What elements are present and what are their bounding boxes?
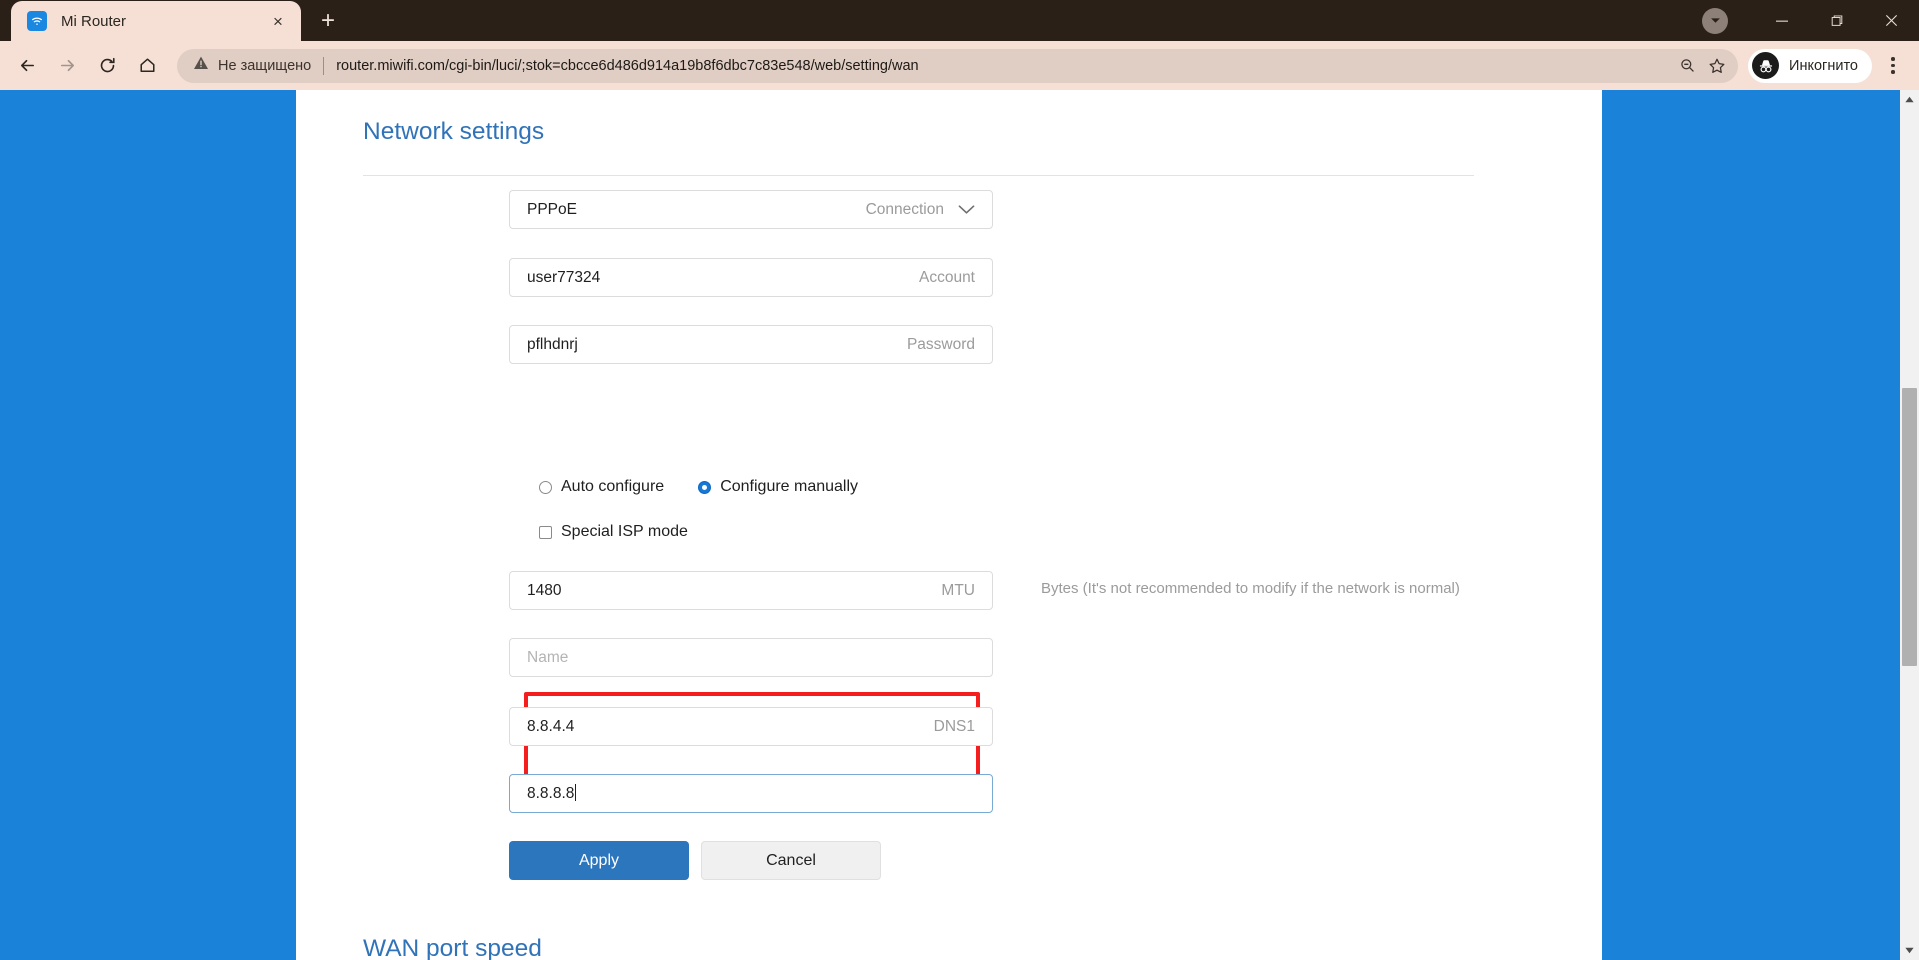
radio-auto-configure[interactable] bbox=[539, 480, 552, 494]
password-value: pflhdnrj bbox=[527, 335, 578, 353]
network-settings-divider bbox=[363, 175, 1474, 176]
connection-type-value: PPPoE bbox=[527, 200, 577, 218]
forward-arrow-icon bbox=[49, 48, 85, 84]
close-icon[interactable]: × bbox=[265, 8, 291, 34]
tab-title: Mi Router bbox=[61, 12, 127, 30]
wan-port-speed-title: WAN port speed bbox=[363, 935, 542, 960]
account-label: Account bbox=[918, 268, 975, 286]
password-input[interactable]: pflhdnrj Password bbox=[509, 325, 993, 364]
connection-type-label: Connection bbox=[865, 200, 944, 218]
minimize-button[interactable] bbox=[1754, 0, 1809, 41]
auto-configure-label: Auto configure bbox=[561, 478, 665, 495]
cancel-button[interactable]: Cancel bbox=[701, 841, 881, 880]
dns2-input[interactable]: 8.8.8.8 bbox=[509, 774, 993, 813]
password-label: Password bbox=[906, 335, 975, 353]
new-tab-button[interactable]: + bbox=[309, 2, 347, 40]
mtu-input[interactable]: 1480 MTU bbox=[509, 571, 993, 610]
special-isp-row: Special ISP mode bbox=[539, 523, 722, 541]
chevron-down-circle-icon[interactable] bbox=[1702, 7, 1728, 34]
reload-icon[interactable] bbox=[89, 48, 125, 84]
three-dots-menu-icon[interactable] bbox=[1876, 49, 1910, 83]
incognito-indicator[interactable]: Инкогнито bbox=[1748, 48, 1872, 83]
back-arrow-icon[interactable] bbox=[9, 48, 45, 84]
scroll-down-arrow-icon[interactable] bbox=[1900, 941, 1919, 960]
scroll-up-arrow-icon[interactable] bbox=[1900, 90, 1919, 109]
chevron-down-icon[interactable] bbox=[958, 204, 975, 215]
browser-titlebar: Mi Router × + bbox=[0, 0, 1919, 41]
zoom-out-icon[interactable] bbox=[1672, 51, 1702, 81]
router-settings-page: Network settings PPPoE Connection user77… bbox=[296, 90, 1602, 960]
dns1-value: 8.8.4.4 bbox=[527, 717, 575, 735]
account-value: user77324 bbox=[527, 268, 601, 286]
name-placeholder: Name bbox=[527, 648, 569, 666]
network-settings-title: Network settings bbox=[363, 118, 545, 145]
auto-configure-option[interactable]: Auto configure bbox=[539, 478, 664, 496]
connection-type-select[interactable]: PPPoE Connection bbox=[509, 190, 993, 229]
special-isp-option[interactable]: Special ISP mode bbox=[539, 523, 688, 541]
star-icon[interactable] bbox=[1702, 51, 1732, 81]
page-background-left bbox=[0, 90, 296, 960]
special-isp-label: Special ISP mode bbox=[561, 523, 688, 540]
config-mode-radio-group: Auto configure Configure manually bbox=[539, 478, 892, 496]
page-viewport: Network settings PPPoE Connection user77… bbox=[0, 90, 1919, 960]
incognito-label: Инкогнито bbox=[1789, 57, 1858, 74]
scrollbar-thumb[interactable] bbox=[1902, 388, 1917, 666]
name-input[interactable]: Name bbox=[509, 638, 993, 677]
security-warning[interactable]: Не защищено bbox=[193, 55, 311, 76]
tab-strip: Mi Router × + bbox=[0, 0, 347, 41]
address-bar[interactable]: Не защищено router.miwifi.com/cgi-bin/lu… bbox=[177, 48, 1739, 83]
maximize-button[interactable] bbox=[1809, 0, 1864, 41]
mtu-hint: Bytes (It's not recommended to modify if… bbox=[1041, 580, 1460, 597]
mtu-value: 1480 bbox=[527, 581, 562, 599]
dns1-label: DNS1 bbox=[933, 717, 975, 735]
browser-toolbar: Не защищено router.miwifi.com/cgi-bin/lu… bbox=[0, 41, 1919, 90]
checkbox-special-isp[interactable] bbox=[539, 525, 552, 539]
apply-button[interactable]: Apply bbox=[509, 841, 689, 880]
configure-manually-label: Configure manually bbox=[720, 478, 859, 495]
incognito-hat-icon bbox=[1752, 52, 1780, 79]
vertical-scrollbar[interactable] bbox=[1900, 90, 1919, 960]
wifi-icon bbox=[27, 11, 47, 31]
window-controls bbox=[1702, 0, 1919, 41]
close-button[interactable] bbox=[1864, 0, 1919, 41]
page-background-right bbox=[1602, 90, 1900, 960]
omnibox-divider bbox=[323, 56, 325, 75]
text-cursor bbox=[575, 784, 577, 801]
configure-manually-option[interactable]: Configure manually bbox=[698, 478, 858, 496]
home-icon[interactable] bbox=[129, 48, 165, 84]
browser-window: Mi Router × + Не защищено router.miwifi.… bbox=[0, 0, 1919, 960]
dns1-input[interactable]: 8.8.4.4 DNS1 bbox=[509, 707, 993, 746]
account-input[interactable]: user77324 Account bbox=[509, 258, 993, 297]
browser-tab[interactable]: Mi Router × bbox=[11, 1, 301, 41]
url-text[interactable]: router.miwifi.com/cgi-bin/luci/;stok=cbc… bbox=[336, 58, 1672, 74]
mtu-label: MTU bbox=[941, 581, 975, 599]
warning-triangle-icon bbox=[193, 55, 209, 76]
radio-configure-manually[interactable] bbox=[698, 480, 712, 494]
dns2-value: 8.8.8.8 bbox=[527, 784, 577, 802]
security-warning-label: Не защищено bbox=[218, 57, 312, 74]
